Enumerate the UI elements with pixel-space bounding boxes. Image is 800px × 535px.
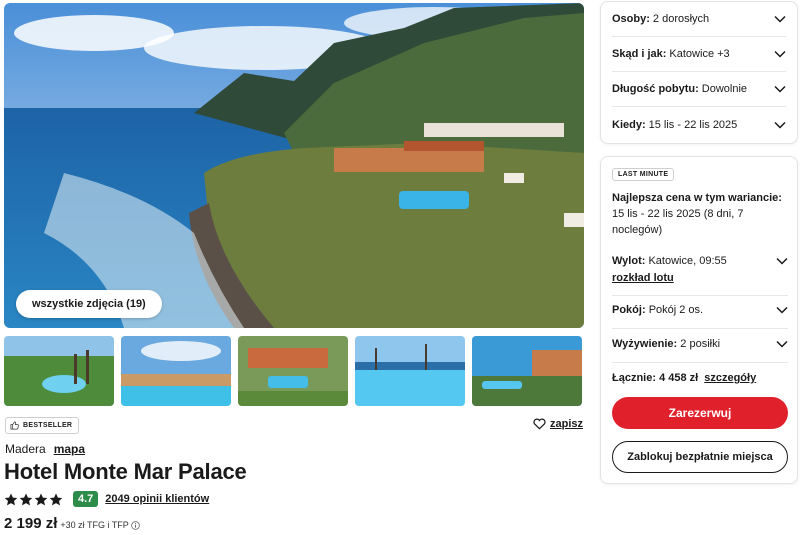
total-price: Łącznie: 4 458 zł szczegóły: [612, 372, 757, 384]
price-extra: +30 zł TFG i TFP: [60, 520, 140, 530]
bestseller-badge: BESTSELLER: [5, 417, 80, 434]
thumbnail-photo[interactable]: [121, 336, 231, 406]
chevron-down-icon: [774, 85, 786, 93]
board-selector[interactable]: Wyżywienie: 2 posiłki: [612, 338, 788, 350]
thumbnail-photo[interactable]: [472, 336, 582, 406]
search-summary-card: Osoby: 2 dorosłych Skąd i jak: Katowice +3…: [600, 1, 798, 144]
rating-row: 4.7 2049 opinii klientów: [4, 490, 209, 508]
rating-score-badge: 4.7: [73, 491, 99, 507]
details-link[interactable]: szczegóły: [704, 372, 756, 384]
star-icon: [34, 493, 48, 505]
star-icon: [4, 493, 18, 505]
location-line: Madera mapa: [5, 442, 85, 456]
stay-length-selector[interactable]: Długość pobytu: Dowolnie: [612, 72, 786, 107]
price-row: 2 199 zł +30 zł TFG i TFP: [4, 515, 140, 532]
flight-selector[interactable]: Wylot: Katowice, 09:55 rozkład lotu: [612, 253, 788, 287]
room-selector[interactable]: Pokój: Pokój 2 os.: [612, 304, 788, 316]
departure-selector[interactable]: Skąd i jak: Katowice +3: [612, 37, 786, 72]
chevron-down-icon: [774, 121, 786, 129]
thumbnail-photo[interactable]: [238, 336, 348, 406]
chevron-down-icon: [774, 15, 786, 23]
map-link[interactable]: mapa: [54, 442, 85, 456]
all-photos-button[interactable]: wszystkie zdjęcia (19): [16, 290, 162, 318]
last-minute-tag: LAST MINUTE: [612, 168, 675, 181]
persons-selector[interactable]: Osoby: 2 dorosłych: [612, 2, 786, 37]
best-price-info: Najlepsza cena w tym wariancie: 15 lis -…: [612, 192, 782, 236]
heart-icon: [533, 418, 546, 430]
date-selector[interactable]: Kiedy: 15 lis - 22 lis 2025: [612, 107, 786, 142]
info-icon[interactable]: [131, 520, 140, 530]
thumbs-up-icon: [10, 421, 19, 430]
main-photo[interactable]: [4, 3, 584, 328]
thumbnail-strip: [4, 336, 584, 406]
reserve-button[interactable]: Zarezerwuj: [612, 397, 788, 429]
chevron-down-icon: [776, 306, 788, 314]
save-button[interactable]: zapisz: [533, 418, 583, 430]
divider: [612, 328, 788, 329]
thumbnail-photo[interactable]: [355, 336, 465, 406]
hotel-name: Hotel Monte Mar Palace: [4, 459, 247, 484]
star-icon: [49, 493, 63, 505]
reviews-link[interactable]: 2049 opinii klientów: [105, 493, 209, 505]
block-seats-button[interactable]: Zablokuj bezpłatnie miejsca: [612, 441, 788, 473]
offer-card: LAST MINUTE Najlepsza cena w tym warianc…: [600, 156, 798, 484]
chevron-down-icon: [776, 340, 788, 348]
chevron-down-icon: [776, 257, 788, 265]
chevron-down-icon: [774, 50, 786, 58]
divider: [612, 362, 788, 363]
thumbnail-photo[interactable]: [4, 336, 114, 406]
star-icon: [19, 493, 33, 505]
hotel-stars: [4, 493, 63, 506]
flight-schedule-link[interactable]: rozkład lotu: [612, 270, 788, 287]
divider: [612, 295, 788, 296]
region-label: Madera: [5, 442, 46, 456]
price-value: 2 199 zł: [4, 515, 58, 532]
